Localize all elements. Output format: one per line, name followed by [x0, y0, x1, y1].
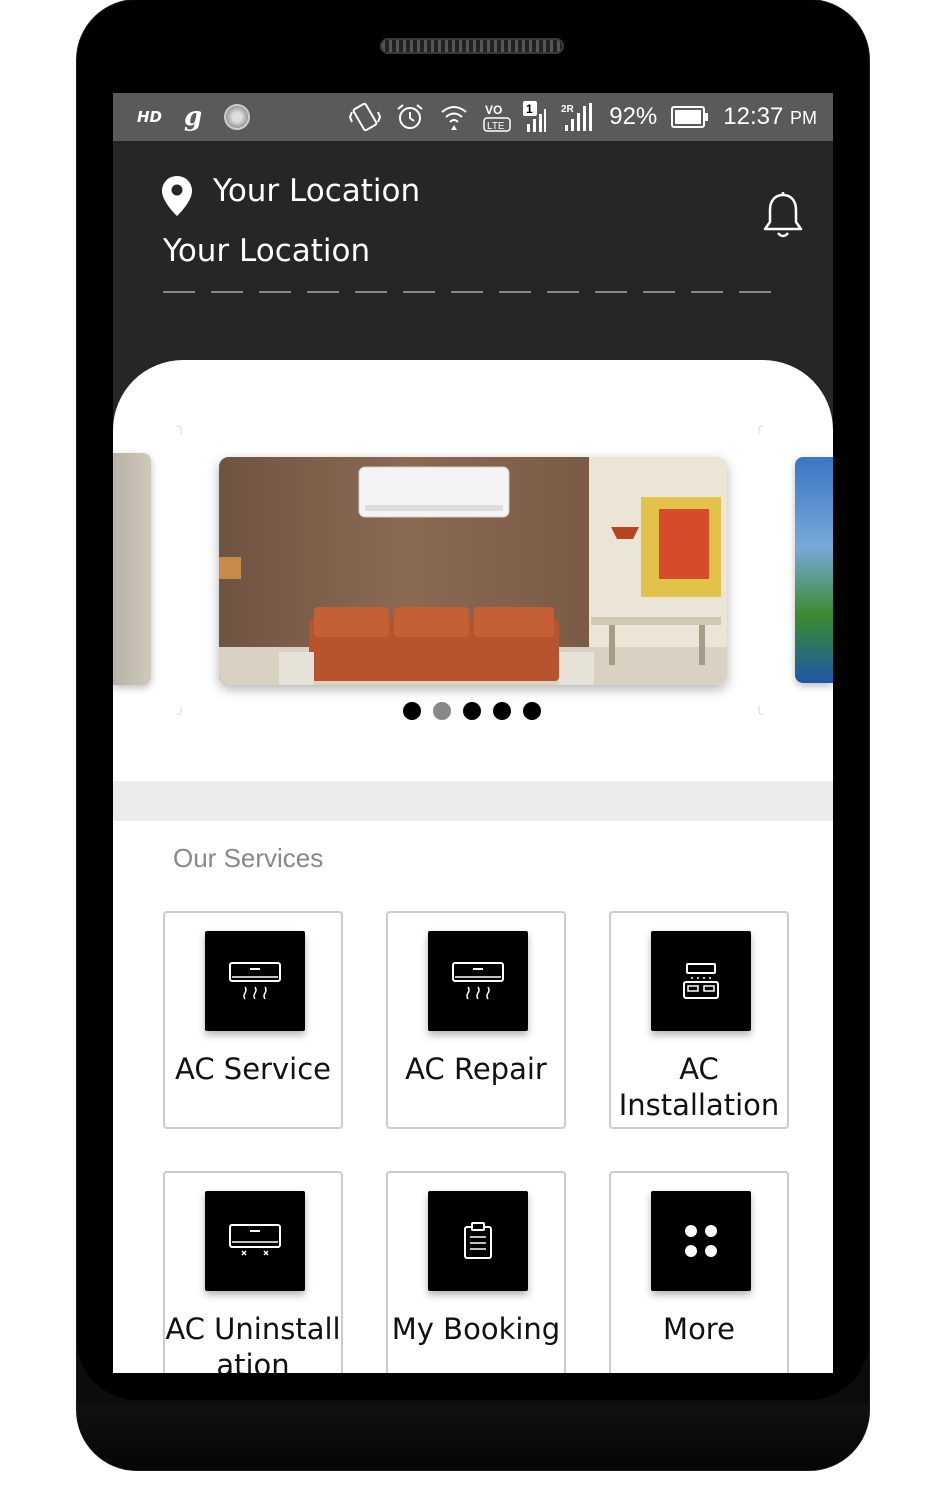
service-tile-ac-installation[interactable]: AC Installation	[609, 911, 789, 1129]
slider-corner-mark: ╯	[177, 707, 186, 723]
service-tile-ac-repair[interactable]: AC Repair	[386, 911, 566, 1129]
service-label: AC Installation	[618, 1052, 780, 1122]
location-underline	[163, 291, 773, 293]
phone-speaker	[380, 38, 564, 54]
volte-signal-icon: VO LTE 1	[483, 101, 547, 132]
location-address[interactable]: Your Location	[163, 233, 370, 269]
slider-dot[interactable]	[403, 702, 421, 720]
service-tile-ac-service[interactable]: AC Service	[163, 911, 343, 1129]
ac-installation-icon	[651, 931, 751, 1031]
notification-circle-icon	[224, 104, 251, 130]
location-title[interactable]: Your Location	[213, 173, 420, 209]
slider-corner-mark: ╭	[755, 419, 764, 435]
service-label: My Booking	[391, 1312, 561, 1346]
g-app-icon: g	[184, 102, 203, 132]
location-pin-icon[interactable]	[161, 175, 193, 217]
vibrate-icon	[349, 102, 382, 132]
phone-bottom-bezel	[77, 1405, 869, 1470]
svg-text:VO: VO	[485, 103, 502, 117]
svg-text:2R: 2R	[561, 104, 575, 115]
signal-2-icon: 2R	[561, 103, 593, 131]
slide-current-banner[interactable]	[219, 457, 727, 685]
slide-next[interactable]	[795, 457, 833, 683]
slider-corner-mark: ╰	[755, 707, 764, 723]
service-label: AC Service	[175, 1052, 331, 1086]
clock-time: 12:37	[723, 103, 784, 130]
svg-text:1: 1	[526, 102, 533, 116]
status-bar: HD g VO LTE 1 2R 92% 12:37 PM	[113, 93, 833, 141]
service-label: AC Repair	[405, 1052, 547, 1086]
app-screen: HD g VO LTE 1 2R 92% 12:37 PM Your Locat…	[113, 93, 833, 1373]
service-label: AC Uninstallation	[165, 1312, 341, 1373]
services-title: Our Services	[173, 843, 324, 873]
slide-previous[interactable]	[113, 453, 151, 685]
slider-dot[interactable]	[463, 702, 481, 720]
slider-dot-active[interactable]	[433, 702, 451, 720]
hd-indicator: HD	[137, 108, 163, 126]
battery-percent: 92%	[609, 103, 658, 130]
slider-corner-mark: ╮	[177, 419, 186, 435]
bell-icon[interactable]	[761, 191, 805, 241]
alarm-icon	[397, 104, 423, 129]
slider-dot[interactable]	[493, 702, 511, 720]
battery-icon	[671, 106, 709, 128]
ac-unit-icon	[428, 931, 528, 1031]
slider-dots	[403, 702, 541, 720]
clipboard-icon	[428, 1191, 528, 1291]
service-tile-my-booking[interactable]: My Booking	[386, 1171, 566, 1373]
service-tile-ac-uninstallation[interactable]: AC Uninstallation	[163, 1171, 343, 1373]
svg-text:LTE: LTE	[487, 121, 505, 132]
slider-dot[interactable]	[523, 702, 541, 720]
ac-room-image	[219, 457, 727, 685]
grid-dots-icon	[651, 1191, 751, 1291]
ac-uninstall-icon	[205, 1191, 305, 1291]
section-divider	[113, 781, 833, 821]
service-label: More	[663, 1312, 735, 1346]
ac-unit-icon	[205, 931, 305, 1031]
clock-ampm: PM	[790, 108, 817, 128]
wifi-icon	[441, 106, 467, 130]
service-tile-more[interactable]: More	[609, 1171, 789, 1373]
